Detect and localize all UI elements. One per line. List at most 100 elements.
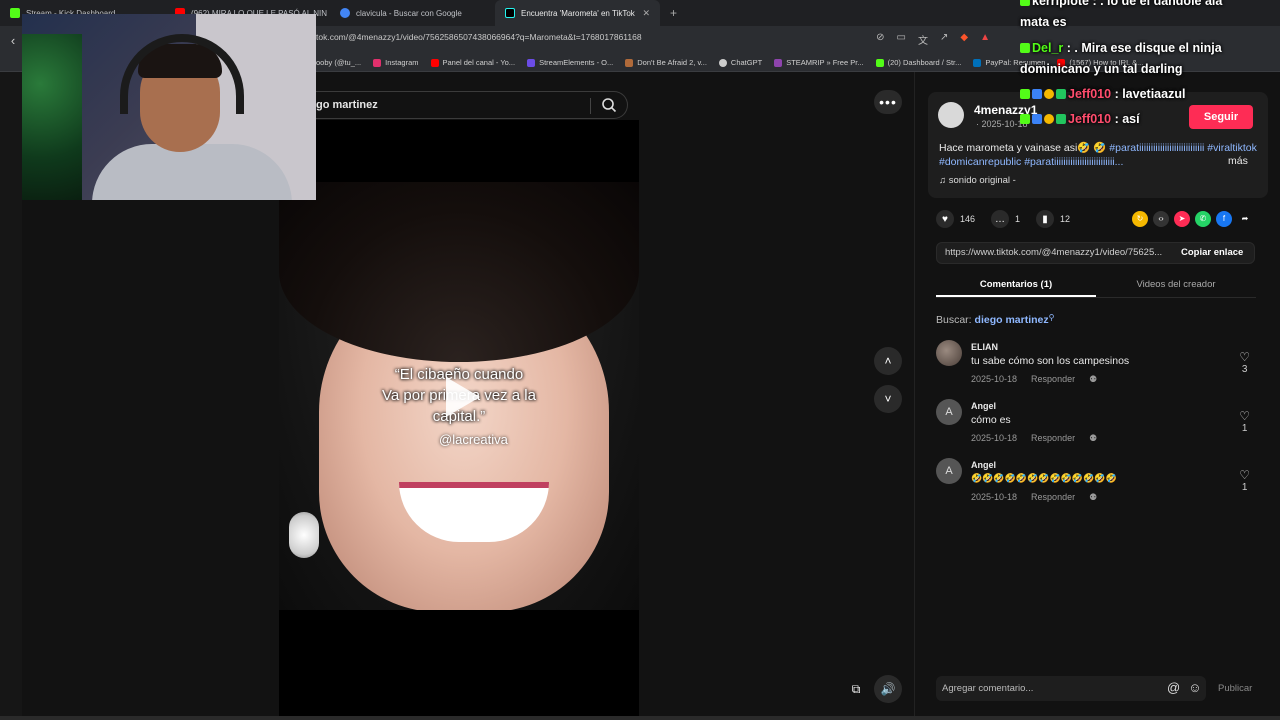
commenter-name[interactable]: ELIAN	[971, 342, 998, 352]
bookmark-item[interactable]: Panel del canal - Yo...	[430, 58, 515, 67]
more-link[interactable]: más	[1228, 155, 1248, 167]
new-tab-icon[interactable]: +	[660, 6, 687, 20]
tab-title: Encuentra 'Marometa' en TikTok	[521, 8, 635, 18]
bookmark-item[interactable]: ooby (@tu_...	[316, 58, 361, 67]
sub-badge-icon	[1032, 89, 1042, 99]
publish-button[interactable]: Publicar	[1218, 683, 1252, 694]
comment-meta: 2025-10-18 Responder ⚉	[971, 492, 1097, 503]
next-video-icon[interactable]: ˅	[874, 385, 902, 413]
browser-tab-tiktok[interactable]: Encuentra 'Marometa' en TikTok ✕	[495, 0, 660, 26]
bookmark-item[interactable]: STEAMRIP » Free Pr...	[774, 58, 864, 67]
browser-tab-google[interactable]: clavicula - Buscar con Google	[330, 0, 495, 26]
comment-item: ELIAN tu sabe cómo son los campesinos 20…	[936, 340, 1256, 396]
video-link[interactable]: https://www.tiktok.com/@4menazzy1/video/…	[945, 247, 1171, 258]
video-player[interactable]: “El cibaeño cuando Va por primera vez a …	[279, 182, 639, 610]
creator-liked-icon: ⚉	[1089, 433, 1098, 443]
commenter-name[interactable]: Angel	[971, 460, 996, 470]
bookmark-item[interactable]: (20) Dashboard / Str...	[875, 58, 961, 67]
panel-tabs: Comentarios (1) Videos del creador	[936, 272, 1256, 298]
kick-icon	[10, 8, 20, 18]
tiktok-search-box[interactable]: go martinez	[316, 91, 628, 119]
share-icon[interactable]: ↗	[940, 32, 948, 47]
more-options-icon[interactable]: •••	[874, 90, 902, 114]
comment-button[interactable]: … 1	[991, 210, 1020, 228]
address-bar-icons: ⊘ ▭ 文 ↗ ◆ ▲	[876, 32, 990, 47]
repost-icon[interactable]: ↻	[1132, 211, 1148, 227]
brave-shield-icon[interactable]: ◆	[960, 32, 968, 47]
author-avatar[interactable]	[938, 102, 964, 128]
bookmark-item[interactable]: ChatGPT	[718, 58, 762, 67]
share-row: ↻ ‹› ➤ ✆ f ➦	[1132, 211, 1253, 227]
comment-like[interactable]: ♡ 3	[1239, 350, 1250, 375]
left-gutter	[0, 72, 22, 720]
streamelements-icon	[527, 58, 536, 67]
whatsapp-icon[interactable]: ✆	[1195, 211, 1211, 227]
video-earring	[289, 512, 319, 558]
cast-icon[interactable]: ▭	[897, 32, 906, 47]
comment-icon: …	[991, 210, 1010, 228]
commenter-avatar[interactable]: A	[936, 458, 962, 484]
copy-link-button[interactable]: Copiar enlace	[1181, 247, 1243, 258]
instagram-icon	[373, 58, 382, 67]
commenter-avatar[interactable]: A	[936, 399, 962, 425]
related-search[interactable]: Buscar: diego martinez⚲	[936, 313, 1055, 326]
no-tracking-icon[interactable]: ⊘	[876, 32, 884, 47]
steamrip-icon	[774, 58, 783, 67]
comment-item: A Angel 🤣🤣🤣🤣🤣🤣🤣🤣🤣🤣🤣🤣🤣 2025-10-18 Respond…	[936, 458, 1256, 514]
volume-icon[interactable]: 🔊	[874, 675, 902, 703]
video-description: Hace marometa y vainase asi🤣 🤣 #paratiii…	[939, 141, 1259, 169]
chat-message: Jeff010 : así	[1020, 112, 1140, 126]
search-divider	[590, 98, 591, 114]
comment-meta: 2025-10-18 Responder ⚉	[971, 374, 1097, 385]
bookmark-item[interactable]: Don't Be Afraid 2, v...	[625, 58, 707, 67]
commenter-avatar[interactable]	[936, 340, 962, 366]
kick-badge-icon	[1020, 114, 1030, 124]
previous-video-icon[interactable]: ˄	[874, 347, 902, 375]
tab-creator-videos[interactable]: Videos del creador	[1096, 272, 1256, 297]
comment-like[interactable]: ♡ 1	[1239, 409, 1250, 434]
comment-like[interactable]: ♡ 1	[1239, 468, 1250, 493]
game-icon	[625, 58, 634, 67]
youtube-icon	[430, 58, 439, 67]
tab-comments[interactable]: Comentarios (1)	[936, 272, 1096, 297]
embed-icon[interactable]: ‹›	[1153, 211, 1169, 227]
comment-text: cómo es	[971, 414, 1011, 426]
heart-outline-icon: ♡	[1239, 468, 1250, 482]
comment-item: A Angel cómo es 2025-10-18 Responder ⚉ ♡…	[936, 399, 1256, 455]
follow-button[interactable]: Seguir	[1189, 105, 1253, 129]
url-field[interactable]: tok.com/@4menazzy1/video/756258650743806…	[316, 32, 642, 42]
comment-placeholder: Agregar comentario...	[942, 683, 1034, 694]
heart-outline-icon: ♡	[1239, 409, 1250, 423]
grid-badge-icon	[1056, 114, 1066, 124]
emoji-icon[interactable]: ☺	[1188, 680, 1201, 695]
commenter-name[interactable]: Angel	[971, 401, 996, 411]
creator-liked-icon: ⚉	[1089, 374, 1098, 384]
share-arrow-icon[interactable]: ➦	[1237, 211, 1253, 227]
reply-button[interactable]: Responder	[1031, 492, 1075, 503]
search-icon[interactable]	[601, 97, 617, 113]
search-small-icon: ⚲	[1048, 313, 1055, 322]
bookmark-item[interactable]: StreamElements - O...	[527, 58, 613, 67]
save-button[interactable]: ▮ 12	[1036, 210, 1070, 228]
sound-link[interactable]: ♫ sonido original -	[939, 175, 1016, 186]
rewards-icon[interactable]: ▲	[980, 32, 990, 47]
comment-text: 🤣🤣🤣🤣🤣🤣🤣🤣🤣🤣🤣🤣🤣	[971, 473, 1117, 483]
chat-message-continuation: dominicano y un tal darling	[1020, 62, 1183, 76]
picture-in-picture-icon[interactable]: ⧉	[843, 676, 869, 702]
play-icon[interactable]	[446, 377, 480, 417]
reply-button[interactable]: Responder	[1031, 374, 1075, 385]
kick-badge-icon	[1020, 0, 1030, 6]
chatgpt-icon	[718, 58, 727, 67]
translate-icon[interactable]: 文	[918, 32, 928, 47]
comment-date: 2025-10-18	[971, 374, 1018, 384]
description-text: Hace marometa y vainase asi🤣 🤣	[939, 142, 1107, 154]
like-button[interactable]: ♥ 146	[936, 210, 975, 228]
mention-icon[interactable]: @	[1167, 680, 1180, 695]
close-tab-icon[interactable]: ✕	[642, 8, 650, 19]
bottom-edge	[0, 716, 1280, 720]
bookmark-item[interactable]: Instagram	[373, 58, 419, 67]
facebook-icon[interactable]: f	[1216, 211, 1232, 227]
send-icon[interactable]: ➤	[1174, 211, 1190, 227]
tiktok-icon	[505, 8, 515, 18]
reply-button[interactable]: Responder	[1031, 433, 1075, 444]
